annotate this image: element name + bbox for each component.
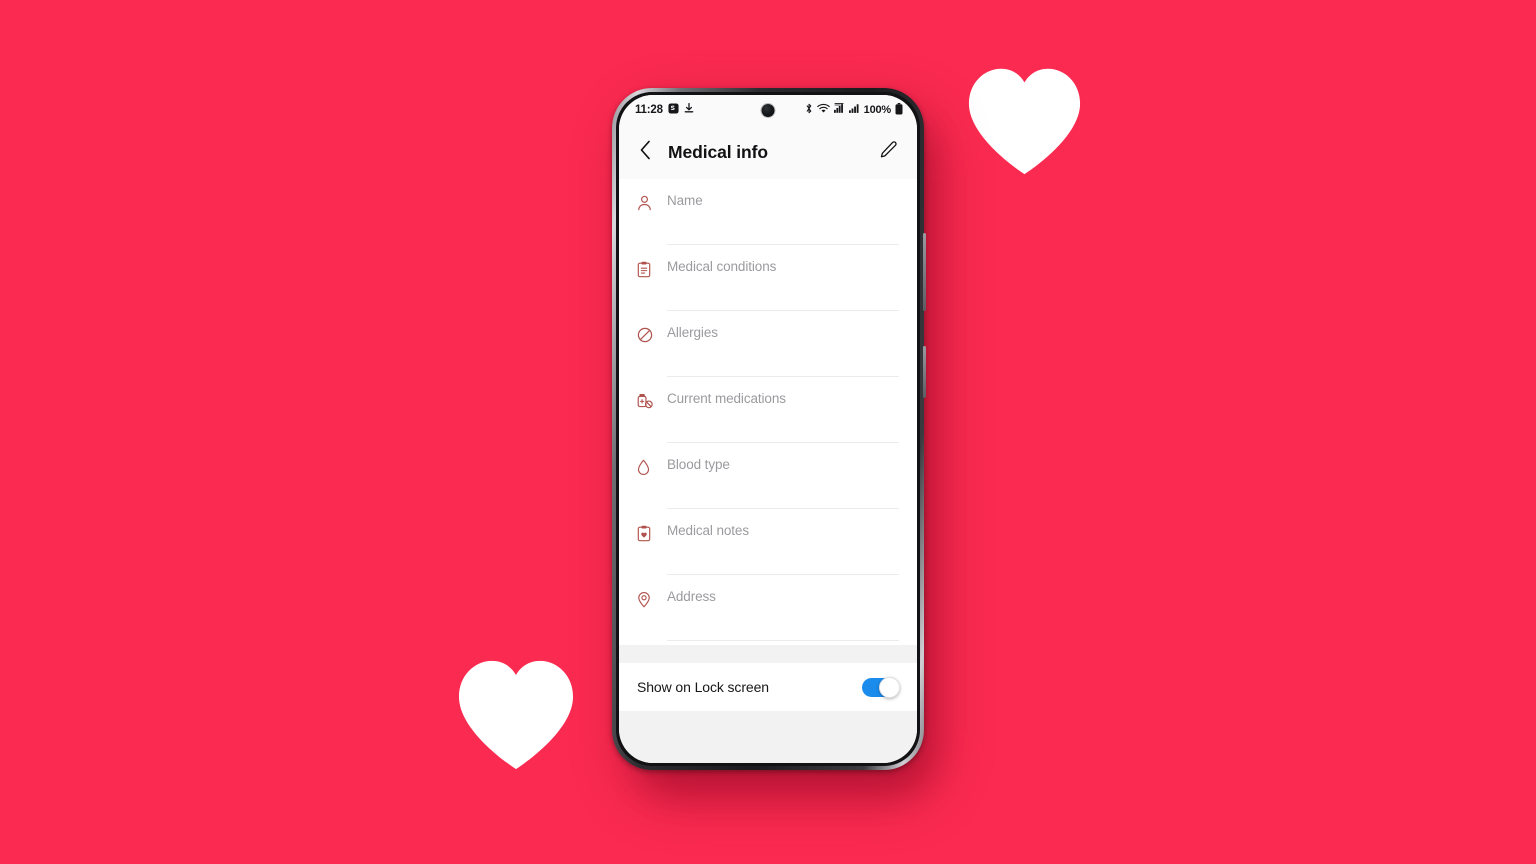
mobile-data-icon [833,103,845,117]
field-row-allergies[interactable]: Allergies [619,311,917,377]
field-row-current-medications[interactable]: Current medications [619,377,917,443]
status-bar: 11:28 100% [619,95,917,125]
field-label-current-medications: Current medications [667,391,786,406]
download-icon [684,102,694,117]
field-body: Current medications [667,377,899,443]
field-row-name[interactable]: Name [619,179,917,245]
screen-bottom-area [619,711,917,763]
heart-decoration-top-right [962,63,1087,178]
pill-bottle-icon [637,389,663,413]
medical-notes-icon [637,521,663,545]
field-label-allergies: Allergies [667,325,718,340]
bluetooth-icon [805,103,813,117]
show-on-lock-screen-row[interactable]: Show on Lock screen [619,663,917,711]
field-body: Address [667,575,899,641]
phone-device: 11:28 100% Medical info Name Medical con… [612,88,926,770]
battery-percentage: 100% [863,104,892,116]
field-body: Medical notes [667,509,899,575]
heart-decoration-bottom-left [452,655,580,773]
person-icon [637,191,663,215]
pencil-edit-icon [879,140,898,164]
field-label-medical-notes: Medical notes [667,523,749,538]
samsung-notification-icon [668,103,679,117]
field-label-address: Address [667,589,716,604]
power-button[interactable] [923,346,926,398]
blood-drop-icon [637,455,663,479]
wifi-icon [816,103,830,117]
battery-full-icon [895,102,903,118]
field-body: Medical conditions [667,245,899,311]
field-body: Allergies [667,311,899,377]
field-row-medical-conditions[interactable]: Medical conditions [619,245,917,311]
back-button[interactable] [632,139,658,165]
chevron-left-icon [638,139,653,166]
edit-button[interactable] [875,139,901,165]
field-row-blood-type[interactable]: Blood type [619,443,917,509]
phone-screen: 11:28 100% Medical info Name Medical con… [619,95,917,763]
field-label-blood-type: Blood type [667,457,730,472]
front-camera-punch-hole [761,104,775,117]
page-title: Medical info [668,141,768,162]
no-entry-icon [637,323,663,347]
clipboard-icon [637,257,663,281]
field-body: Blood type [667,443,899,509]
field-row-address[interactable]: Address [619,575,917,641]
show-on-lock-screen-toggle[interactable] [862,676,900,698]
status-bar-left: 11:28 [635,102,694,117]
section-divider [619,645,917,663]
medical-info-form: Name Medical conditions Allergies Curren… [619,179,917,645]
location-pin-icon [637,587,663,611]
app-header: Medical info [619,125,917,179]
volume-button[interactable] [923,233,926,311]
field-row-medical-notes[interactable]: Medical notes [619,509,917,575]
show-on-lock-screen-label: Show on Lock screen [637,679,769,695]
toggle-knob [879,676,900,698]
field-body: Name [667,179,899,245]
status-bar-right: 100% [805,102,903,118]
phone-bezel: 11:28 100% Medical info Name Medical con… [616,92,920,766]
status-clock: 11:28 [635,104,663,116]
field-label-medical-conditions: Medical conditions [667,259,777,274]
signal-bars-icon [848,103,860,117]
field-label-name: Name [667,193,703,208]
